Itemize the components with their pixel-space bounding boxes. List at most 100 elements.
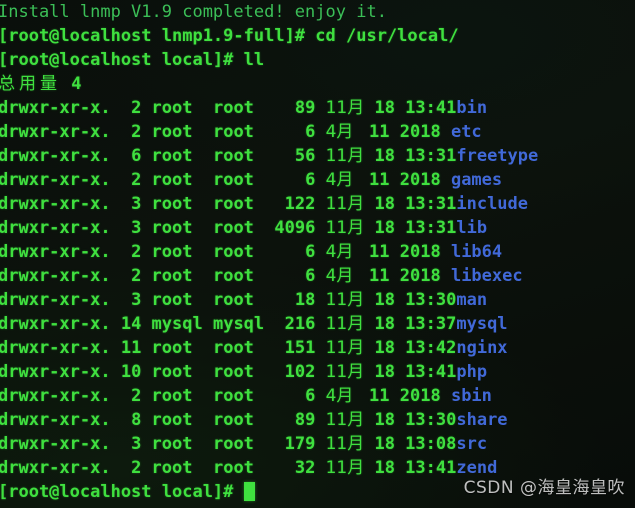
file-group: root bbox=[212, 218, 265, 238]
command-cd: cd /usr/local/ bbox=[315, 26, 459, 46]
file-group: root bbox=[212, 266, 265, 286]
file-size: 6 bbox=[264, 386, 326, 406]
file-month: 11月 bbox=[325, 194, 365, 214]
file-month: 11月 bbox=[325, 458, 365, 478]
file-time: 13:37 bbox=[405, 314, 457, 334]
file-permissions: drwxr-xr-x. bbox=[0, 434, 121, 454]
file-group: root bbox=[212, 290, 265, 310]
file-owner: mysql bbox=[151, 314, 213, 334]
file-size: 122 bbox=[264, 194, 326, 214]
file-group: root bbox=[212, 122, 265, 142]
file-time: 2018 bbox=[399, 242, 451, 262]
file-time: 2018 bbox=[399, 386, 451, 406]
file-permissions: drwxr-xr-x. bbox=[0, 242, 121, 262]
csdn-watermark: CSDN @海皇海皇吹 bbox=[463, 478, 625, 498]
prompt-line-2: [root@localhost local]# ll bbox=[0, 48, 635, 72]
file-group: root bbox=[212, 458, 265, 478]
file-permissions: drwxr-xr-x. bbox=[0, 338, 121, 358]
link-count: 3 bbox=[120, 434, 152, 454]
file-day: 11 bbox=[358, 122, 400, 142]
file-day: 18 bbox=[364, 362, 406, 382]
file-time: 13:41 bbox=[405, 458, 457, 478]
install-banner-line: Install lnmp V1.9 completed! enjoy it. bbox=[0, 0, 635, 24]
file-owner: root bbox=[151, 266, 213, 286]
file-day: 11 bbox=[358, 170, 400, 190]
file-day: 18 bbox=[364, 338, 406, 358]
file-size: 89 bbox=[264, 410, 326, 430]
file-group: root bbox=[212, 98, 265, 118]
file-size: 179 bbox=[264, 434, 326, 454]
file-time: 2018 bbox=[399, 170, 451, 190]
total-usage-label: 总用量 bbox=[0, 74, 61, 94]
file-permissions: drwxr-xr-x. bbox=[0, 122, 121, 142]
file-group: mysql bbox=[212, 314, 265, 334]
file-month: 4月 bbox=[325, 242, 359, 262]
file-month: 11月 bbox=[325, 434, 365, 454]
listing-row: drwxr-xr-x. 2 root root 6 4月 11 2018 etc bbox=[0, 120, 635, 144]
total-usage-line: 总用量 4 bbox=[0, 72, 635, 96]
terminal-window[interactable]: Install lnmp V1.9 completed! enjoy it. [r… bbox=[0, 0, 635, 508]
file-size: 216 bbox=[264, 314, 326, 334]
file-permissions: drwxr-xr-x. bbox=[0, 218, 121, 238]
file-time: 13:08 bbox=[405, 434, 457, 454]
file-permissions: drwxr-xr-x. bbox=[0, 146, 121, 166]
file-name: games bbox=[450, 170, 503, 190]
link-count: 8 bbox=[120, 410, 152, 430]
file-time: 2018 bbox=[399, 122, 451, 142]
listing-row: drwxr-xr-x. 3 root root 18 11月 18 13:30m… bbox=[0, 288, 635, 312]
file-day: 18 bbox=[364, 146, 406, 166]
file-month: 4月 bbox=[325, 386, 359, 406]
link-count: 2 bbox=[120, 122, 152, 142]
shell-prompt-1: [root@localhost lnmp1.9-full]# bbox=[0, 26, 316, 46]
file-size: 4096 bbox=[264, 218, 326, 238]
link-count: 11 bbox=[120, 338, 152, 358]
file-name: man bbox=[456, 290, 488, 310]
file-permissions: drwxr-xr-x. bbox=[0, 386, 121, 406]
total-usage-value: 4 bbox=[61, 74, 82, 94]
file-size: 32 bbox=[264, 458, 326, 478]
file-size: 6 bbox=[264, 122, 326, 142]
file-month: 4月 bbox=[325, 170, 359, 190]
file-day: 18 bbox=[364, 218, 406, 238]
file-owner: root bbox=[151, 362, 213, 382]
file-name: mysql bbox=[456, 314, 508, 334]
link-count: 14 bbox=[120, 314, 152, 334]
file-size: 6 bbox=[264, 242, 326, 262]
listing-row: drwxr-xr-x. 2 root root 6 4月 11 2018 gam… bbox=[0, 168, 635, 192]
link-count: 6 bbox=[120, 146, 152, 166]
file-permissions: drwxr-xr-x. bbox=[0, 194, 121, 214]
file-size: 6 bbox=[264, 266, 326, 286]
listing-row: drwxr-xr-x. 6 root root 56 11月 18 13:31f… bbox=[0, 144, 635, 168]
file-day: 18 bbox=[364, 458, 406, 478]
file-day: 18 bbox=[364, 290, 406, 310]
file-permissions: drwxr-xr-x. bbox=[0, 290, 121, 310]
file-month: 4月 bbox=[325, 266, 359, 286]
listing-row: drwxr-xr-x. 3 root root 179 11月 18 13:08… bbox=[0, 432, 635, 456]
file-name: etc bbox=[450, 122, 482, 142]
file-time: 13:30 bbox=[405, 290, 457, 310]
file-day: 18 bbox=[364, 410, 406, 430]
file-time: 2018 bbox=[399, 266, 451, 286]
file-owner: root bbox=[151, 218, 213, 238]
listing-row: drwxr-xr-x. 2 root root 6 4月 11 2018 lib… bbox=[0, 264, 635, 288]
file-name: sbin bbox=[450, 386, 492, 406]
file-group: root bbox=[212, 434, 265, 454]
file-owner: root bbox=[151, 146, 213, 166]
file-group: root bbox=[212, 170, 265, 190]
listing-row: drwxr-xr-x. 2 root root 6 4月 11 2018 lib… bbox=[0, 240, 635, 264]
link-count: 2 bbox=[120, 266, 152, 286]
file-month: 4月 bbox=[325, 122, 359, 142]
terminal-screen: Install lnmp V1.9 completed! enjoy it. [r… bbox=[0, 0, 635, 504]
listing-row: drwxr-xr-x. 3 root root 122 11月 18 13:31… bbox=[0, 192, 635, 216]
listing-row: drwxr-xr-x. 3 root root 4096 11月 18 13:3… bbox=[0, 216, 635, 240]
link-count: 3 bbox=[120, 194, 152, 214]
file-day: 11 bbox=[358, 266, 400, 286]
link-count: 2 bbox=[120, 386, 152, 406]
file-name: nginx bbox=[456, 338, 508, 358]
listing-row: drwxr-xr-x. 2 root root 89 11月 18 13:41b… bbox=[0, 96, 635, 120]
link-count: 2 bbox=[120, 458, 152, 478]
file-day: 18 bbox=[364, 314, 406, 334]
file-day: 18 bbox=[364, 194, 406, 214]
file-owner: root bbox=[151, 98, 213, 118]
file-size: 151 bbox=[264, 338, 326, 358]
